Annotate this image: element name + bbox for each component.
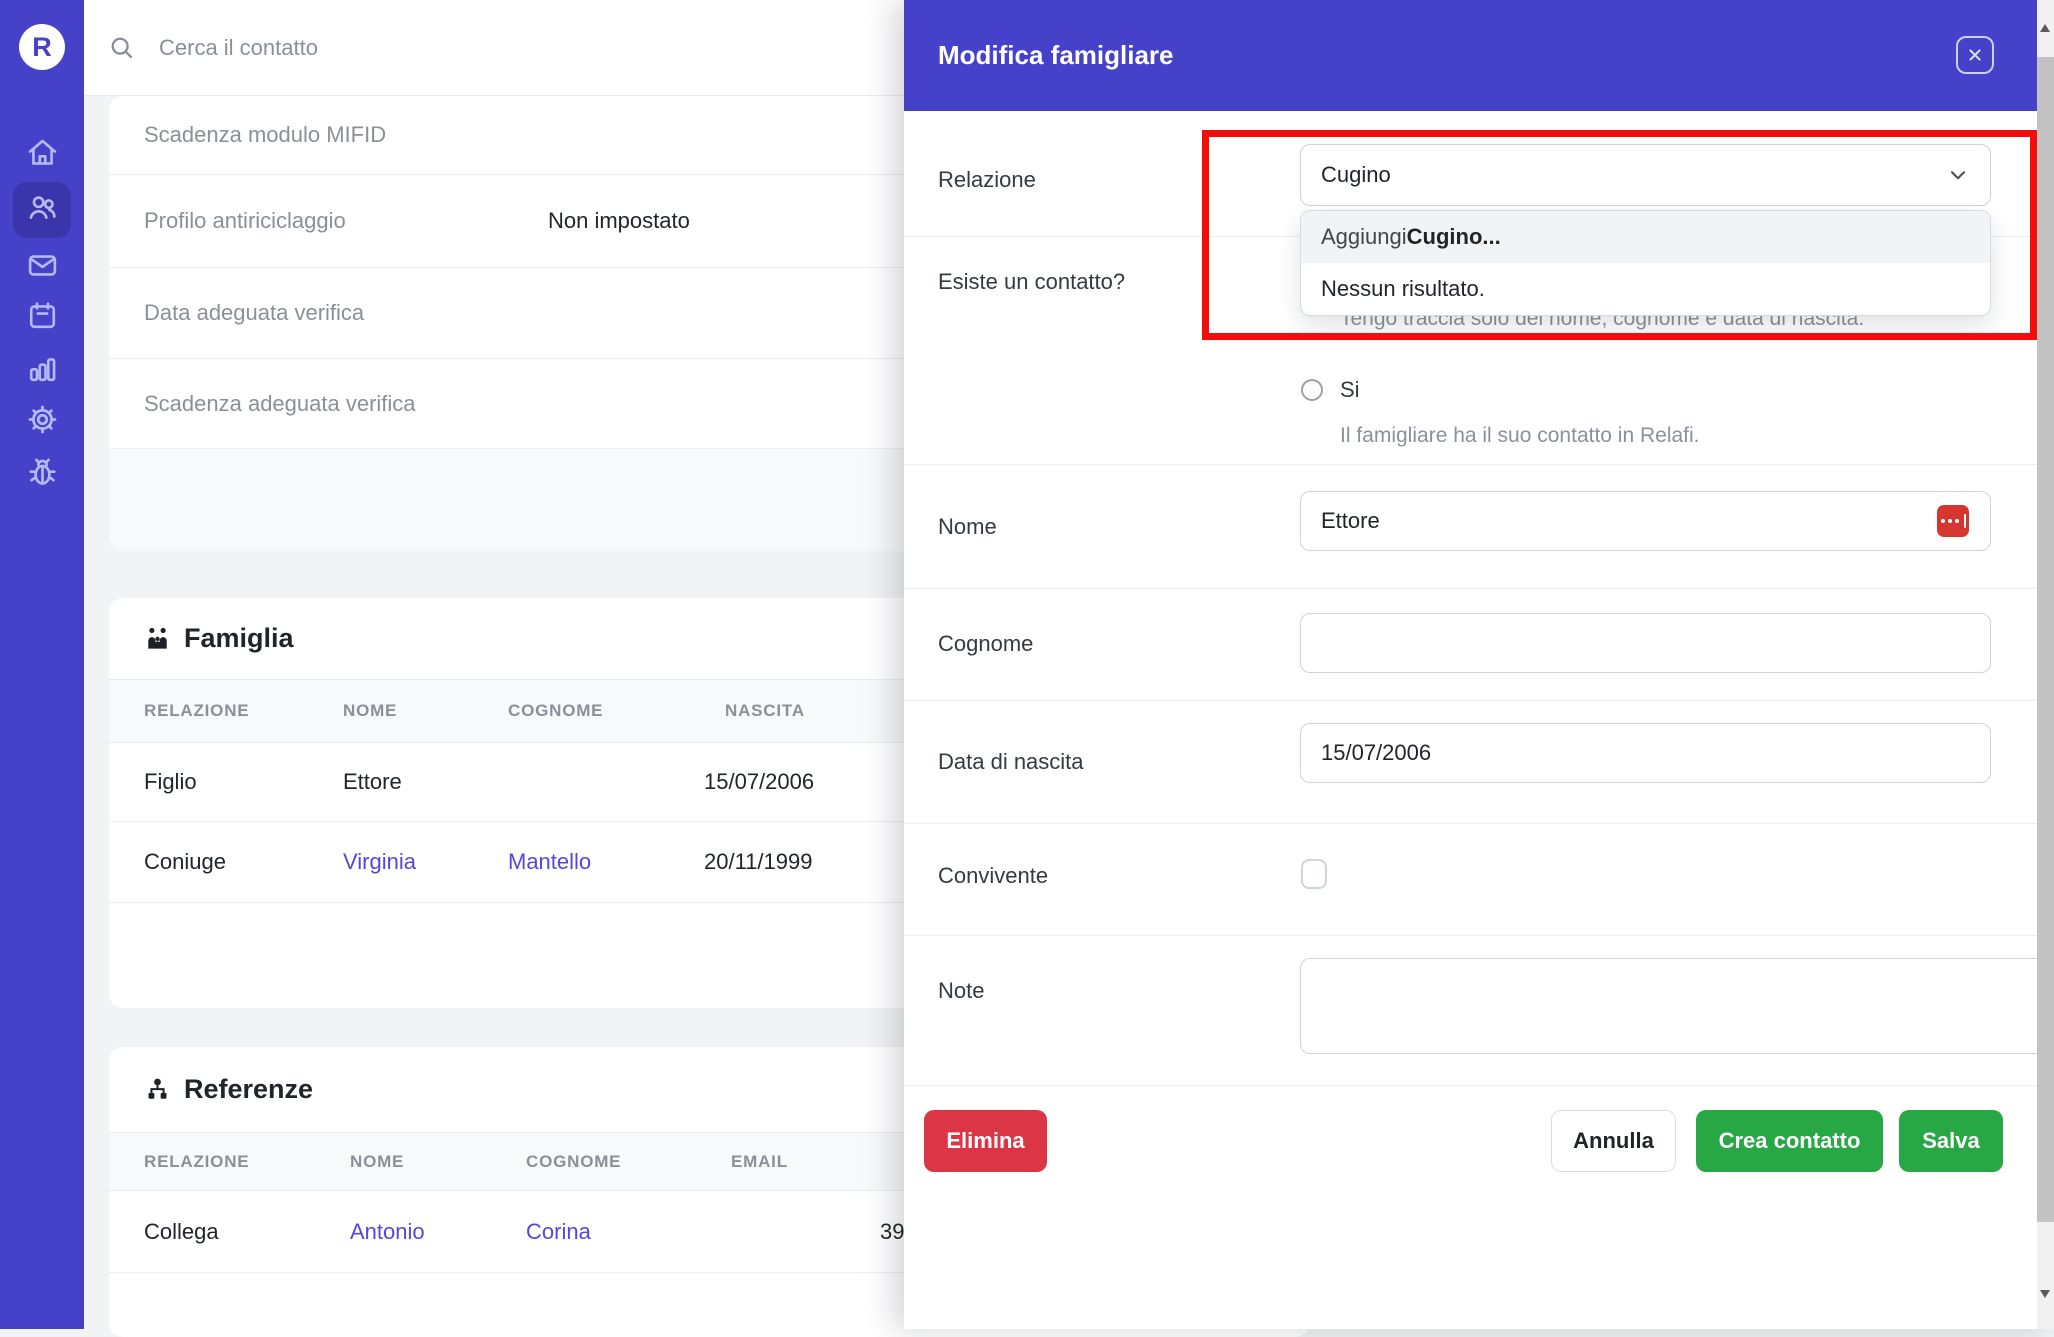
crea-contatto-button-label: Crea contatto [1718, 1128, 1861, 1153]
sidebar: R [0, 0, 84, 1329]
hierarchy-icon [148, 1078, 167, 1099]
cell-nome: Ettore [343, 769, 402, 794]
close-icon [1969, 49, 1981, 61]
add-option-suffix: ... [1482, 224, 1501, 249]
column-header: COGNOME [526, 1151, 622, 1171]
column-header: RELAZIONE [144, 1151, 250, 1171]
password-manager-dots [1940, 514, 1966, 528]
note-textarea[interactable] [1300, 958, 2054, 1054]
detail-label: Scadenza adeguata verifica [144, 390, 416, 416]
column-header: NOME [343, 701, 398, 720]
sidebar-item-home[interactable] [13, 129, 71, 181]
cell-nome-link[interactable]: Antonio [350, 1219, 526, 1245]
column-header: NOME [350, 1151, 405, 1171]
mail-icon [26, 249, 59, 287]
elimina-button[interactable]: Elimina [924, 1110, 1047, 1172]
salva-button[interactable]: Salva [1899, 1110, 2003, 1172]
detail-label: Profilo antiriciclaggio [144, 208, 346, 233]
divider [904, 588, 2054, 589]
relazione-label: Relazione [938, 167, 1036, 192]
scroll-down-arrow-icon[interactable] [2040, 1290, 2050, 1298]
cell-relazione: Coniuge [144, 849, 226, 874]
add-option-term: Cugino [1406, 224, 1483, 249]
data-nascita-label: Data di nascita [938, 749, 1084, 774]
divider [904, 700, 2054, 701]
drawer-header: Modifica famigliare [904, 0, 2054, 111]
cell-relazione: Figlio [144, 769, 197, 794]
password-manager-icon[interactable] [1937, 505, 1969, 537]
scrollbar[interactable] [2037, 0, 2054, 1329]
scrollbar-thumb[interactable] [2037, 57, 2054, 1222]
annulla-button[interactable]: Annulla [1551, 1110, 1676, 1172]
scroll-up-arrow-icon[interactable] [2040, 24, 2050, 32]
app-logo-letter: R [32, 31, 52, 62]
radio-si[interactable] [1301, 379, 1323, 401]
sidebar-item-calendar[interactable] [13, 292, 71, 344]
chevron-down-icon [1950, 171, 1966, 180]
sidebar-item-stats[interactable] [13, 345, 71, 397]
search-input[interactable]: Cerca il contatto [159, 35, 318, 61]
cell-relazione: Collega [144, 1218, 219, 1244]
divider [904, 935, 2054, 936]
close-button[interactable] [1956, 36, 1994, 74]
note-label: Note [938, 978, 985, 1003]
sidebar-item-contacts[interactable] [13, 182, 71, 238]
detail-label: Scadenza modulo MIFID [144, 122, 387, 147]
bug-icon [26, 456, 59, 494]
dropdown-item-no-results[interactable]: Nessun risultato. [1301, 263, 1990, 315]
add-option-prefix: Aggiungi [1321, 224, 1407, 249]
bar-chart-icon [26, 352, 59, 390]
no-results-text: Nessun risultato. [1321, 276, 1485, 301]
gear-icon [26, 403, 59, 441]
crea-contatto-button[interactable]: Crea contatto [1696, 1110, 1883, 1172]
sidebar-item-mail[interactable] [13, 242, 71, 294]
home-icon [26, 136, 59, 174]
detail-label: Data adeguata verifica [144, 300, 365, 325]
cell-nome-link[interactable]: Virginia [343, 849, 508, 875]
app-logo: R [19, 24, 65, 70]
family-icon [148, 627, 167, 649]
cognome-input[interactable] [1300, 613, 1991, 673]
radio-si-label[interactable]: Si [1340, 377, 1360, 403]
elimina-button-label: Elimina [946, 1128, 1025, 1153]
nome-label: Nome [938, 514, 997, 539]
search-bar[interactable]: Cerca il contatto [84, 0, 904, 96]
column-header: COGNOME [508, 701, 604, 720]
cell-cognome-link[interactable]: Mantello [508, 849, 704, 875]
salva-button-label: Salva [1922, 1128, 1980, 1153]
divider [904, 823, 2054, 824]
column-header: EMAIL [731, 1151, 788, 1171]
drawer-title: Modifica famigliare [938, 40, 1174, 70]
data-nascita-input[interactable] [1300, 723, 1991, 783]
option-si-hint: Il famigliare ha il suo contatto in Rela… [1340, 424, 1700, 447]
relazione-selected-value: Cugino [1321, 162, 1391, 187]
nome-input[interactable] [1300, 491, 1991, 551]
column-header: RELAZIONE [144, 701, 250, 720]
sidebar-item-settings[interactable] [13, 396, 71, 448]
edit-family-member-drawer: Modifica famigliare Relazione Cugino Esi… [904, 0, 2054, 1329]
detail-value: Non impostato [548, 208, 690, 233]
cognome-label: Cognome [938, 631, 1034, 656]
section-title: Referenze [184, 1074, 314, 1104]
search-icon [111, 37, 133, 59]
convivente-checkbox[interactable] [1301, 859, 1327, 889]
divider [904, 1085, 2054, 1086]
divider [904, 464, 2054, 465]
annulla-button-label: Annulla [1573, 1128, 1654, 1153]
dropdown-item-add[interactable]: Aggiungi Cugino... [1301, 211, 1990, 263]
contact-page: Cerca il contatto Scadenza modulo MIFID … [84, 0, 1309, 1337]
cell-cognome-link[interactable]: Corina [526, 1219, 731, 1245]
calendar-icon [26, 299, 59, 337]
sidebar-item-debug[interactable] [13, 449, 71, 501]
relazione-dropdown-menu: Aggiungi Cugino... Nessun risultato. [1300, 210, 1991, 316]
relazione-select[interactable]: Cugino [1300, 144, 1991, 206]
convivente-label: Convivente [938, 863, 1049, 888]
esiste-contatto-label: Esiste un contatto? [938, 269, 1126, 294]
section-title: Famiglia [184, 623, 294, 653]
contacts-icon [26, 191, 59, 229]
